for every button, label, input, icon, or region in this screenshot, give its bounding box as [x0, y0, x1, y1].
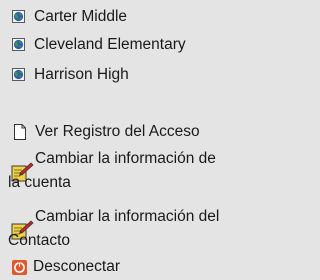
sidebar-panel: Carter Middle Cleveland Elementary Harri… [0, 0, 275, 278]
school-label: Cleveland Elementary [34, 36, 186, 53]
school-link-cleveland-elementary[interactable]: Cleveland Elementary [0, 34, 260, 56]
school-link-harrison-high[interactable]: Harrison High [0, 64, 260, 86]
account-info-label-line2: la cuenta [8, 174, 71, 191]
logout-link[interactable]: Desconectar [0, 256, 200, 278]
access-log-link[interactable]: Ver Registro del Acceso [0, 121, 270, 145]
school-globe-icon [12, 38, 25, 51]
logout-label: Desconectar [33, 258, 121, 275]
access-log-label: Ver Registro del Acceso [35, 123, 200, 140]
power-icon [12, 260, 27, 275]
account-info-label-line1: Cambiar la información de [35, 150, 216, 167]
school-globe-icon [12, 68, 25, 81]
edit-contact-info-link[interactable]: Cambiar la información del Contacto [0, 206, 275, 254]
school-link-carter-middle[interactable]: Carter Middle [0, 6, 260, 28]
contact-info-label-line1: Cambiar la información del [35, 208, 220, 225]
school-globe-icon [12, 10, 25, 23]
document-icon [14, 124, 26, 140]
contact-info-label-line2: Contacto [8, 232, 71, 249]
edit-account-info-link[interactable]: Cambiar la información de la cuenta [0, 148, 275, 196]
school-label: Carter Middle [34, 8, 128, 25]
school-label: Harrison High [34, 66, 129, 83]
